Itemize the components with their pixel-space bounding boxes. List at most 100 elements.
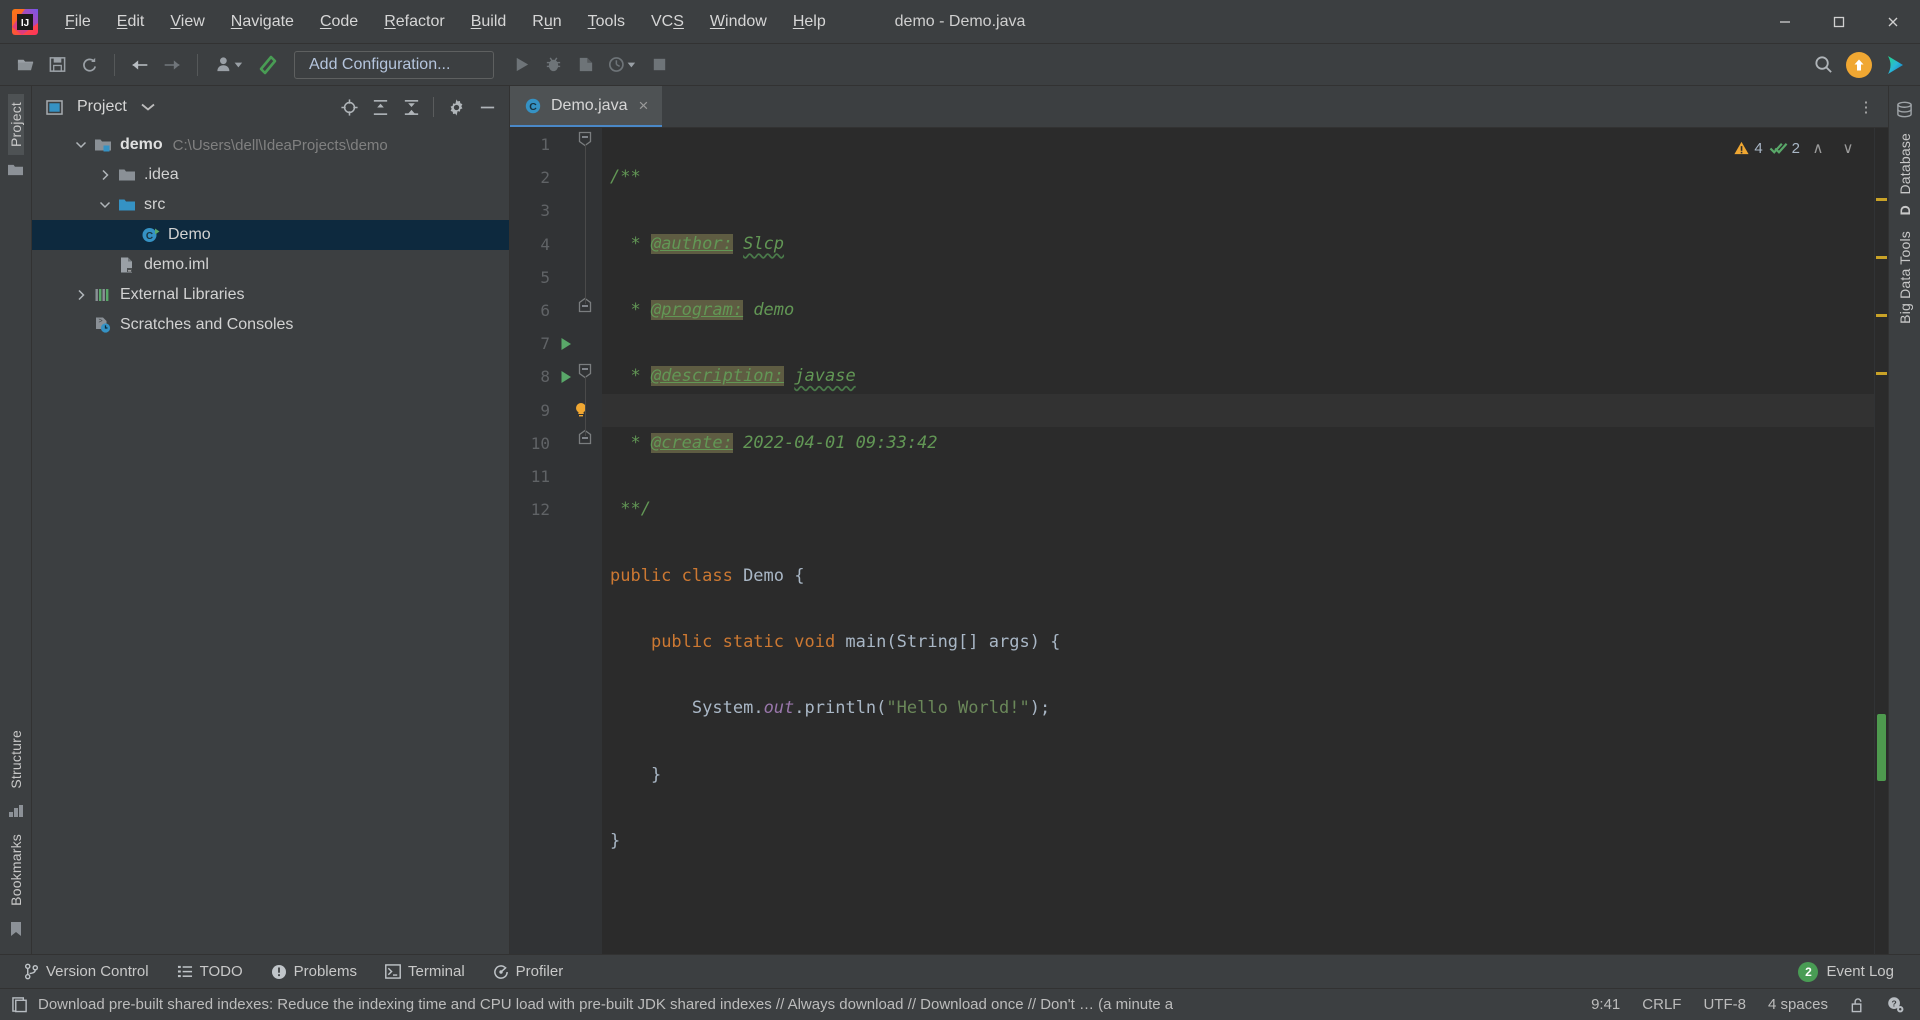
stripe-warning-marker[interactable] bbox=[1876, 256, 1887, 260]
previous-problem-button[interactable]: ∧ bbox=[1806, 136, 1830, 160]
indent-setting[interactable]: 4 spaces bbox=[1768, 996, 1828, 1013]
synchronize-button[interactable] bbox=[74, 50, 104, 80]
scrollbar-thumb[interactable] bbox=[1877, 714, 1886, 781]
rail-folder-icon[interactable] bbox=[7, 162, 24, 177]
code-token: } bbox=[610, 764, 662, 785]
chevron-collapsed-icon[interactable] bbox=[94, 169, 116, 181]
next-problem-button[interactable]: ∨ bbox=[1836, 136, 1860, 160]
ide-run-button[interactable] bbox=[1880, 50, 1910, 80]
code-editor[interactable]: /** * @author: Slcp * @program: demo * @… bbox=[602, 128, 1874, 954]
stripe-warning-marker[interactable] bbox=[1876, 198, 1887, 202]
tree-node-src[interactable]: src bbox=[32, 190, 509, 220]
help-settings-button[interactable]: ? bbox=[1887, 996, 1904, 1013]
menu-item-refactor[interactable]: Refactor bbox=[371, 9, 457, 35]
tool-window-label: Version Control bbox=[46, 963, 149, 980]
menu-item-edit[interactable]: Edit bbox=[104, 9, 158, 35]
locate-file-button[interactable] bbox=[335, 93, 363, 121]
update-button[interactable] bbox=[1846, 51, 1872, 78]
tool-window-profiler[interactable]: Profiler bbox=[481, 959, 576, 984]
run-button[interactable] bbox=[506, 50, 536, 80]
tree-node-external-libraries[interactable]: External Libraries bbox=[32, 280, 509, 310]
tree-node-demo-class[interactable]: C Demo bbox=[32, 220, 509, 250]
warning-count-group[interactable]: 4 bbox=[1733, 140, 1763, 157]
ide-gradient-play-icon bbox=[1888, 55, 1903, 74]
stripe-warning-marker[interactable] bbox=[1876, 371, 1887, 375]
hide-panel-button[interactable] bbox=[473, 93, 501, 121]
read-only-toggle[interactable] bbox=[1850, 997, 1865, 1013]
menu-item-window[interactable]: Window bbox=[697, 9, 780, 35]
save-all-button[interactable] bbox=[42, 50, 72, 80]
window-controls bbox=[1758, 0, 1920, 44]
menu-item-tools[interactable]: Tools bbox=[575, 9, 638, 35]
chevron-expanded-icon[interactable] bbox=[70, 139, 92, 151]
inspection-widget[interactable]: 4 2 ∧ ∨ bbox=[1733, 136, 1860, 160]
database-icon[interactable] bbox=[1896, 101, 1913, 118]
build-project-button[interactable] bbox=[252, 50, 282, 80]
tab-close-icon[interactable]: × bbox=[636, 96, 650, 116]
rail-item-structure[interactable]: Structure bbox=[8, 722, 24, 797]
inspection-ok-group[interactable]: 2 bbox=[1769, 140, 1800, 157]
maximize-button[interactable] bbox=[1812, 0, 1866, 44]
structure-icon[interactable] bbox=[8, 803, 24, 819]
debug-button[interactable] bbox=[538, 50, 568, 80]
code-token: . bbox=[753, 698, 764, 719]
menu-item-view[interactable]: View bbox=[157, 9, 217, 35]
source-code[interactable]: /** * @author: Slcp * @program: demo * @… bbox=[602, 128, 1874, 954]
line-number: 3 bbox=[540, 201, 550, 221]
profile-menu-button[interactable] bbox=[208, 50, 250, 80]
rail-item-big-data-tools[interactable]: Big Data Tools bbox=[1897, 223, 1913, 332]
menu-item-help[interactable]: Help bbox=[780, 9, 839, 35]
rail-item-bookmarks[interactable]: Bookmarks bbox=[8, 826, 24, 914]
file-encoding[interactable]: UTF-8 bbox=[1703, 996, 1746, 1013]
run-play-icon bbox=[516, 57, 528, 72]
tree-node-scratches[interactable]: > Scratches and Consoles bbox=[32, 310, 509, 340]
stripe-warning-marker[interactable] bbox=[1876, 313, 1887, 317]
rail-item-project[interactable]: Project bbox=[7, 94, 24, 155]
menu-item-file[interactable]: File bbox=[52, 9, 104, 35]
run-gutter-icon[interactable] bbox=[556, 327, 602, 360]
code-line-2: * @author: Slcp bbox=[610, 228, 1874, 261]
chevron-expanded-icon[interactable] bbox=[94, 199, 116, 211]
minimize-button[interactable] bbox=[1758, 0, 1812, 44]
chevron-down-icon[interactable] bbox=[141, 102, 155, 112]
status-message-area[interactable]: Download pre-built shared indexes: Reduc… bbox=[12, 996, 1173, 1013]
error-stripe-scrollbar[interactable] bbox=[1874, 128, 1888, 954]
expand-all-button[interactable] bbox=[366, 93, 394, 121]
search-everywhere-button[interactable] bbox=[1808, 50, 1838, 80]
tree-label-external-libraries: External Libraries bbox=[120, 286, 245, 303]
menu-item-build[interactable]: Build bbox=[458, 9, 520, 35]
project-settings-button[interactable] bbox=[442, 93, 470, 121]
chevron-collapsed-icon[interactable] bbox=[70, 289, 92, 301]
menu-item-navigate[interactable]: Navigate bbox=[218, 9, 307, 35]
intention-bulb-icon[interactable] bbox=[556, 394, 602, 427]
tool-window-terminal[interactable]: Terminal bbox=[373, 959, 477, 984]
profiler-dropdown-button[interactable] bbox=[602, 50, 642, 80]
editor-gutter[interactable]: 1 2 3 4 5 6 7 8 9 10 11 12 bbox=[510, 128, 602, 954]
caret-position[interactable]: 9:41 bbox=[1591, 996, 1620, 1013]
menu-item-vcs[interactable]: VCS bbox=[638, 9, 697, 35]
close-button[interactable] bbox=[1866, 0, 1920, 44]
tool-window-problems[interactable]: Problems bbox=[259, 959, 369, 984]
tool-window-version-control[interactable]: Version Control bbox=[12, 959, 161, 984]
event-log-button[interactable]: Event Log bbox=[1826, 959, 1906, 984]
code-line-6: **/ bbox=[610, 493, 1874, 526]
tree-node-demo[interactable]: demo C:\Users\dell\IdeaProjects\demo bbox=[32, 130, 509, 160]
collapse-all-button[interactable] bbox=[397, 93, 425, 121]
open-project-button[interactable] bbox=[10, 50, 40, 80]
close-icon bbox=[1888, 17, 1898, 27]
editor-tab-demo-java[interactable]: C Demo.java × bbox=[510, 86, 663, 127]
rail-item-database[interactable]: Database bbox=[1897, 125, 1913, 203]
navigate-back-button[interactable] bbox=[125, 50, 155, 80]
tree-node-idea[interactable]: .idea bbox=[32, 160, 509, 190]
navigate-forward-button[interactable] bbox=[157, 50, 187, 80]
line-separator[interactable]: CRLF bbox=[1642, 996, 1681, 1013]
editor-options-button[interactable]: ⋮ bbox=[1852, 93, 1880, 121]
stop-button[interactable] bbox=[644, 50, 674, 80]
tree-node-demo-iml[interactable]: demo.iml bbox=[32, 250, 509, 280]
bookmark-icon[interactable] bbox=[9, 921, 23, 937]
run-with-coverage-button[interactable] bbox=[570, 50, 600, 80]
menu-item-run[interactable]: Run bbox=[519, 9, 574, 35]
menu-item-code[interactable]: Code bbox=[307, 9, 371, 35]
run-configuration-selector[interactable]: Add Configuration... bbox=[294, 50, 494, 79]
tool-window-todo[interactable]: TODO bbox=[165, 959, 255, 984]
